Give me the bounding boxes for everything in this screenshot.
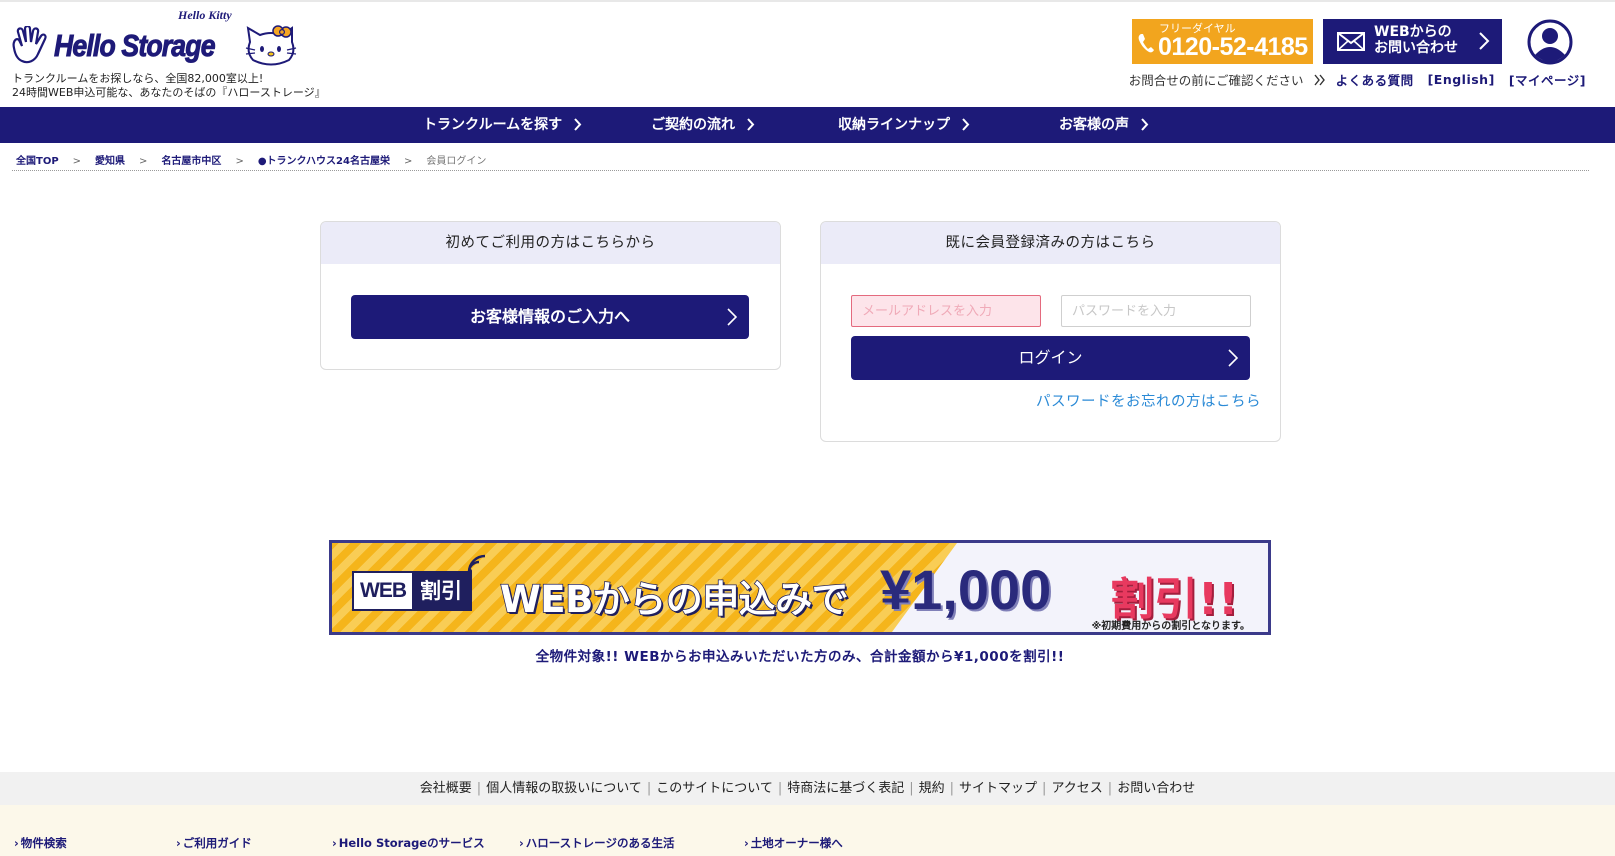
footer-links: 会社概要 | 個人情報の取扱いについて | このサイトについて | 特商法に基づく表記 | 規約…: [0, 772, 1615, 805]
footer-link[interactable]: 規約: [919, 781, 945, 796]
banner-caption: 全物件対象!! WEBからお申込みいただいた方のみ、合計金額から¥1,000を割…: [535, 649, 1065, 665]
password-field[interactable]: [1061, 295, 1251, 327]
breadcrumb: 全国TOP > 愛知県 > 名古屋市中区 > ●トランクハウス24名古屋栄 > 会員ログイン: [16, 152, 486, 167]
badge-discount-text: 割引: [412, 573, 470, 609]
footer-sitemap-item[interactable]: ご利用ガイド: [176, 835, 252, 851]
chevron-right-icon: [747, 118, 755, 131]
footer-link[interactable]: 特商法に基づく表記: [787, 781, 904, 796]
footer-link[interactable]: このサイトについて: [656, 781, 773, 796]
breadcrumb-divider: [12, 170, 1589, 171]
member-heading: 既に会員登録済みの方はこちら: [821, 222, 1280, 264]
footer-link[interactable]: 個人情報の取扱いについて: [486, 781, 642, 796]
web-contact-label: WEBからの お問い合わせ: [1374, 24, 1458, 56]
badge-web-text: WEB: [354, 573, 412, 609]
footer-divider: |: [949, 781, 955, 796]
breadcrumb-item[interactable]: 愛知県: [95, 156, 125, 167]
chevron-right-icon: [727, 308, 737, 326]
footer-link[interactable]: アクセス: [1051, 781, 1102, 796]
banner-amount: ¥1,000: [880, 558, 1052, 621]
banner-headline: WEBからの申込みで: [499, 577, 849, 622]
logo-kitty-text: Hello Kitty: [178, 8, 232, 22]
footer-divider: |: [476, 781, 482, 796]
english-link[interactable]: [English]: [1428, 72, 1495, 87]
footer-link[interactable]: サイトマップ: [959, 781, 1037, 796]
mail-icon: [1337, 32, 1365, 51]
nav-item-voices[interactable]: お客様の声: [1059, 107, 1149, 143]
nav-label: お客様の声: [1059, 117, 1129, 133]
nav-label: トランクルームを探す: [423, 117, 563, 133]
logo-text: Hello Storage: [54, 28, 216, 64]
breadcrumb-separator: >: [403, 156, 413, 167]
member-login-panel: 既に会員登録済みの方はこちら ログイン パスワードをお忘れの方はこちら: [820, 221, 1281, 442]
tagline-line2: 24時間WEB申込可能な、あなたのそばの『ハローストレージ』: [12, 86, 326, 99]
web-discount-badge: WEB 割引: [352, 571, 472, 611]
breadcrumb-item[interactable]: 名古屋市中区: [161, 156, 221, 167]
chevron-right-icon: [1479, 32, 1490, 50]
footer-sitemap-item[interactable]: 土地オーナー様へ: [744, 835, 843, 851]
customer-info-button-label: お客様情報のご入力へ: [469, 307, 630, 326]
footer-link[interactable]: 会社概要: [420, 781, 472, 796]
header-subnav: お問合せの前にご確認ください よくある質問 [English] [マイページ]: [1129, 70, 1586, 89]
top-border: [0, 0, 1615, 2]
breadcrumb-separator: >: [235, 156, 244, 167]
footer-divider: |: [777, 781, 783, 796]
user-icon[interactable]: [1527, 19, 1573, 65]
login-button[interactable]: ログイン: [851, 336, 1250, 380]
new-user-heading: 初めてご利用の方はこちらから: [321, 222, 780, 264]
faq-link[interactable]: よくある質問: [1336, 70, 1414, 89]
breadcrumb-item[interactable]: 全国TOP: [16, 156, 59, 167]
global-nav: トランクルームを探す ご契約の流れ 収納ラインナップ お客様の声: [0, 107, 1615, 143]
subnav-note: お問合せの前にご確認ください: [1128, 73, 1304, 88]
double-chevron-icon: [1314, 74, 1325, 85]
footer-link[interactable]: お問い合わせ: [1117, 781, 1195, 796]
free-dial-number: 0120-52-4185: [1158, 33, 1308, 61]
hello-kitty-icon: [245, 25, 297, 66]
web-discount-banner[interactable]: WEB 割引 WEBからの申込みで ¥1,000 割引!! ※初期費用からの割引…: [329, 540, 1271, 635]
nav-label: ご契約の流れ: [651, 117, 735, 133]
email-field[interactable]: [851, 295, 1041, 327]
nav-item-search[interactable]: トランクルームを探す: [423, 107, 582, 143]
mypage-link[interactable]: [マイページ]: [1509, 70, 1586, 89]
breadcrumb-separator: >: [72, 156, 82, 167]
chevron-right-icon: [574, 118, 582, 131]
breadcrumb-item[interactable]: ●トランクハウス24名古屋栄: [258, 156, 390, 167]
chevron-right-icon: [1141, 118, 1149, 131]
wifi-icon: [467, 554, 486, 573]
banner-note: ※初期費用からの割引となります。: [1091, 621, 1250, 632]
chevron-right-icon: [1228, 349, 1238, 367]
breadcrumb-current: 会員ログイン: [426, 156, 487, 167]
site-tagline: トランクルームをお探しなら、全国82,000室以上! 24時間WEB申込可能な、…: [12, 72, 326, 100]
footer-divider: |: [1042, 781, 1047, 796]
site-logo[interactable]: Hello Kitty Hello Storage: [10, 8, 300, 72]
nav-item-lineup[interactable]: 収納ラインナップ: [838, 107, 970, 143]
footer-sitemap-item[interactable]: Hello Storageのサービス: [332, 835, 485, 851]
footer-divider: |: [646, 781, 652, 796]
tagline-line1: トランクルームをお探しなら、全国82,000室以上!: [12, 72, 264, 85]
new-user-panel: 初めてご利用の方はこちらから お客様情報のご入力へ: [320, 221, 781, 370]
nav-label: 収納ラインナップ: [838, 117, 950, 133]
breadcrumb-separator: >: [139, 156, 148, 167]
footer-sitemap: 物件検索 ご利用ガイド Hello Storageのサービス ハローストレージの…: [0, 805, 1615, 856]
forgot-password-link[interactable]: パスワードをお忘れの方はこちら: [1036, 390, 1261, 411]
footer-divider: |: [909, 781, 914, 796]
footer-sitemap-item[interactable]: ハローストレージのある生活: [519, 835, 675, 851]
footer-sitemap-item[interactable]: 物件検索: [14, 835, 67, 851]
login-button-label: ログイン: [1018, 348, 1083, 367]
footer-divider: |: [1107, 781, 1113, 796]
nav-item-contract-flow[interactable]: ご契約の流れ: [651, 107, 755, 143]
free-dial-box[interactable]: フリーダイヤル 0120-52-4185: [1132, 19, 1313, 64]
phone-icon: [1138, 34, 1154, 53]
hand-logo-icon: [12, 26, 47, 64]
chevron-right-icon: [962, 118, 970, 131]
web-contact-button[interactable]: WEBからの お問い合わせ: [1323, 19, 1502, 64]
customer-info-button[interactable]: お客様情報のご入力へ: [351, 295, 749, 339]
